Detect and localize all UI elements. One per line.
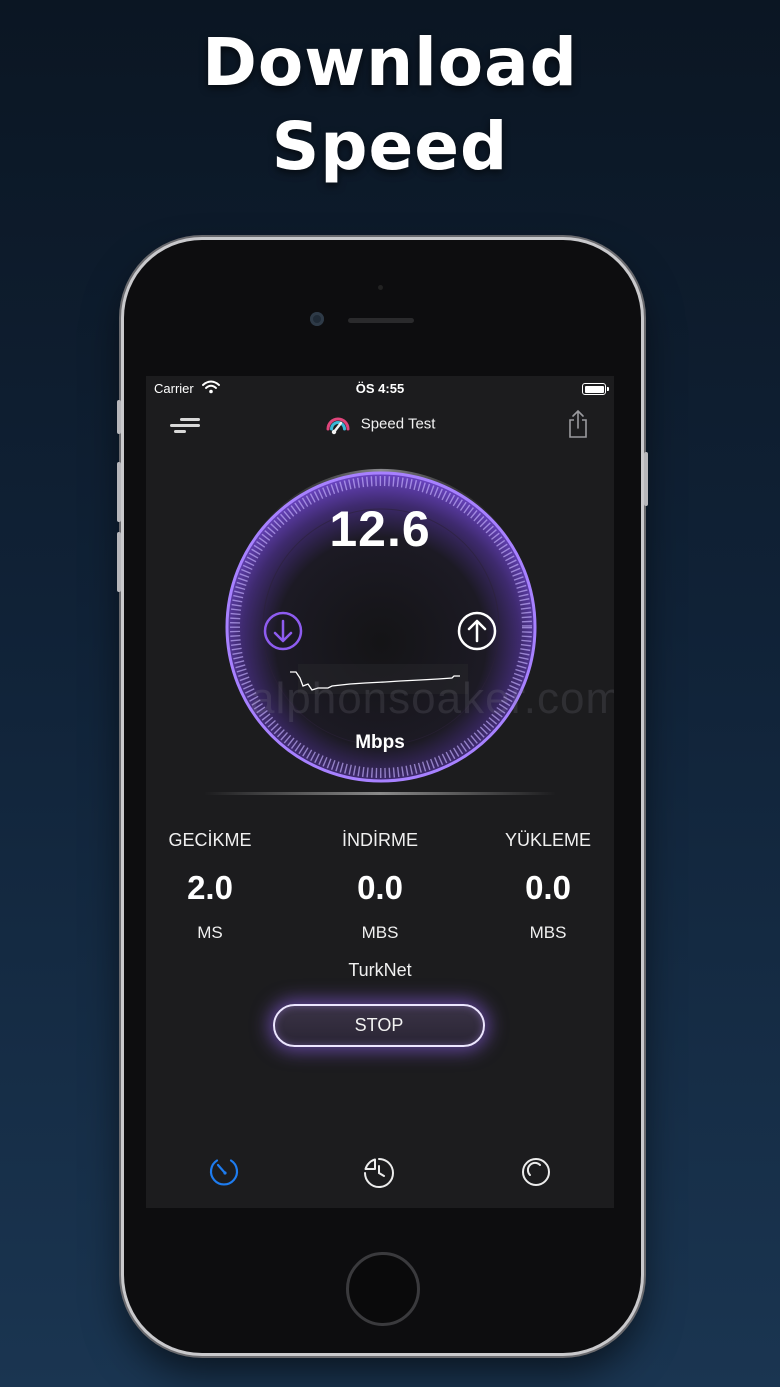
stat-upload-label: YÜKLEME <box>504 830 592 850</box>
speedtest-logo-icon <box>326 417 350 435</box>
provider-name: TurkNet <box>348 960 412 980</box>
gauge-divider <box>204 792 556 795</box>
stat-latency: GECİKME 2.0 MS <box>146 830 288 943</box>
status-time: ÖS 4:55 <box>355 381 405 396</box>
headline-line-2: Speed <box>271 108 509 185</box>
watermark-text: alphonsoaker.com <box>250 674 614 723</box>
battery-icon <box>582 383 609 395</box>
sensor-dot <box>378 285 383 290</box>
volume-up-button <box>117 462 121 522</box>
speedometer-icon[interactable] <box>208 1156 240 1188</box>
stat-download-value: 0.0 <box>357 869 403 906</box>
status-bar: Carrier ÖS 4:55 <box>146 380 614 400</box>
headline-line-1: Download <box>202 24 578 101</box>
volume-down-button <box>117 532 121 592</box>
front-camera <box>310 312 324 326</box>
upload-arrow-icon[interactable] <box>456 610 498 652</box>
share-icon[interactable] <box>566 409 590 439</box>
stat-latency-unit: MS <box>197 923 223 942</box>
stop-button[interactable]: STOP <box>273 1004 485 1047</box>
circle-icon[interactable] <box>520 1156 552 1188</box>
earpiece-speaker <box>348 318 414 323</box>
app-screen: Carrier ÖS 4:55 Speed Test 12.6 alphonso… <box>146 376 614 1208</box>
tab-bar <box>146 1154 614 1194</box>
home-button[interactable] <box>346 1252 420 1326</box>
stat-upload-unit: MBS <box>529 923 567 942</box>
stat-latency-value: 2.0 <box>187 869 233 906</box>
stat-download-unit: MBS <box>361 923 399 942</box>
nav-title: Speed Test <box>360 415 436 433</box>
stat-latency-label: GECİKME <box>168 830 252 850</box>
mute-switch <box>117 400 121 434</box>
download-arrow-icon[interactable] <box>262 610 304 652</box>
history-icon[interactable] <box>362 1156 396 1190</box>
nav-title-group: Speed Test <box>146 413 614 435</box>
navigation-bar: Speed Test <box>146 406 614 446</box>
speed-unit: Mbps <box>355 732 405 753</box>
power-button <box>644 452 648 506</box>
stat-download-label: İNDİRME <box>342 830 418 850</box>
speed-value: 12.6 <box>329 501 431 557</box>
stat-upload: YÜKLEME 0.0 MBS <box>470 830 614 943</box>
stat-download: İNDİRME 0.0 MBS <box>302 830 458 943</box>
stat-upload-value: 0.0 <box>525 869 571 906</box>
